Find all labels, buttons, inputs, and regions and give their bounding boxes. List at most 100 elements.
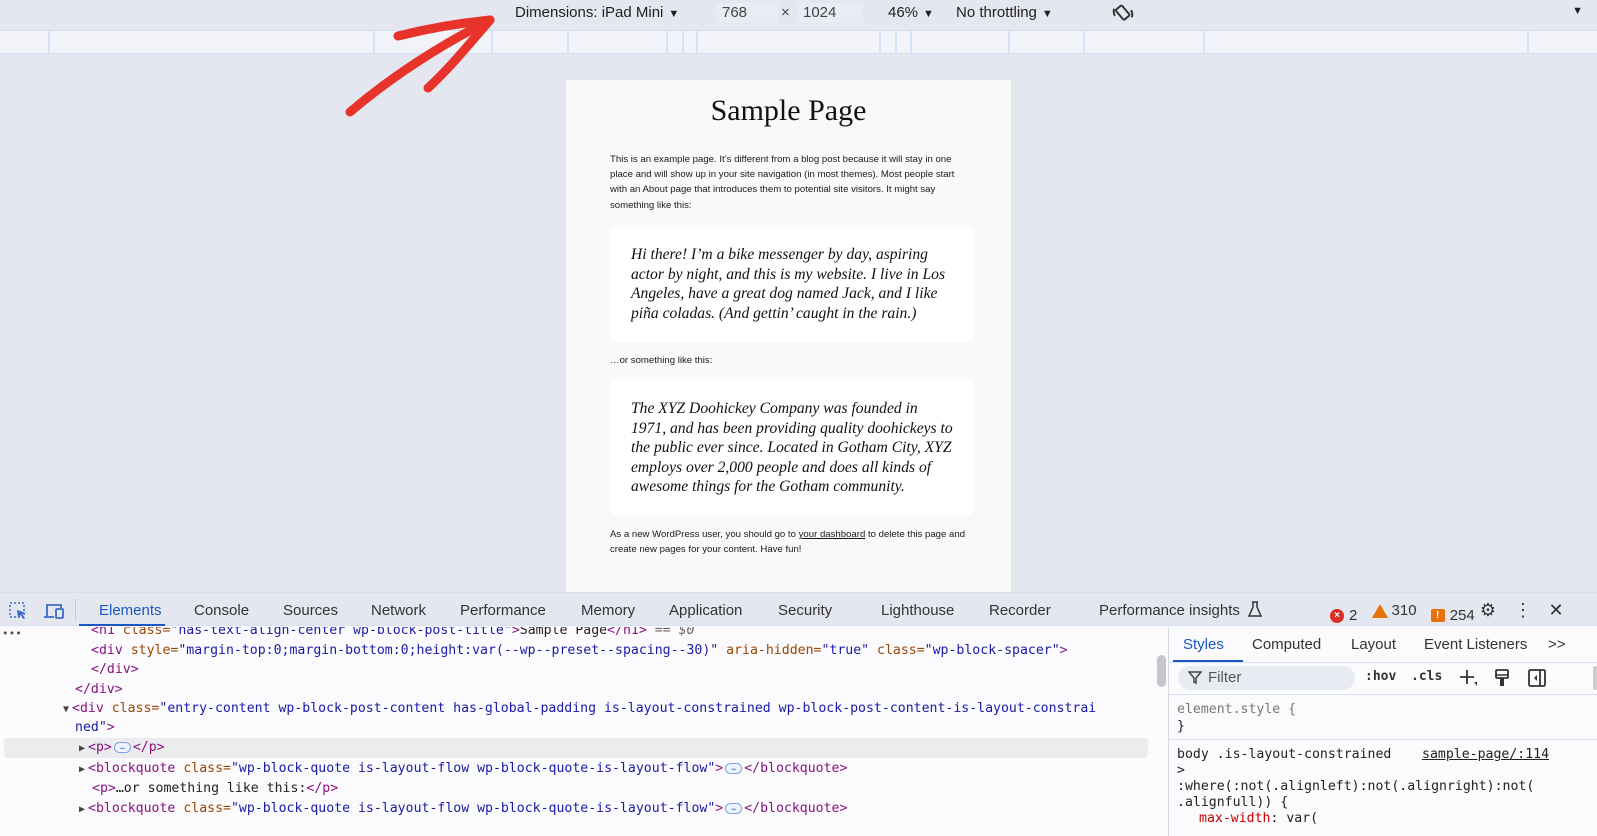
tab-application[interactable]: Application bbox=[669, 601, 742, 621]
property-name: max-width bbox=[1199, 811, 1271, 826]
dom-node-h1[interactable]: <h1 class="has-text-align-center wp-bloc… bbox=[91, 627, 694, 641]
collapse-triangle-icon[interactable]: ▼ bbox=[63, 704, 69, 715]
css-declaration[interactable]: max-width: var( bbox=[1199, 811, 1318, 827]
device-toolbar-toggle-icon[interactable] bbox=[43, 601, 65, 621]
attr-name: style= bbox=[122, 643, 179, 658]
dom-node-p[interactable]: ▶ <p>… </p> bbox=[79, 738, 165, 758]
hover-row-highlight bbox=[4, 738, 1148, 758]
tag: > bbox=[1059, 643, 1068, 658]
device-dimensions-dropdown[interactable]: Dimensions: iPad Mini ▼ bbox=[515, 3, 679, 23]
device-toolbar-menu-icon[interactable]: ▼ bbox=[1572, 5, 1583, 17]
expand-ellipsis-button[interactable]: … bbox=[725, 762, 743, 774]
property-value: : var( bbox=[1270, 811, 1319, 826]
settings-gear-icon[interactable]: ⚙ bbox=[1477, 599, 1499, 621]
media-query-ruler[interactable] bbox=[0, 30, 1597, 54]
expand-ellipsis-button[interactable]: … bbox=[725, 802, 743, 814]
rule-source-link[interactable]: sample-page/:114 bbox=[1422, 747, 1549, 762]
blockquote-1: Hi there! I’m a bike messenger by day, a… bbox=[610, 225, 974, 342]
styles-filter-input[interactable]: Filter bbox=[1178, 666, 1355, 690]
dom-node-close-div[interactable]: </div> bbox=[91, 660, 139, 680]
elements-scrollbar[interactable] bbox=[1157, 655, 1166, 687]
tag: <div bbox=[72, 701, 104, 716]
expand-ellipsis-button[interactable]: … bbox=[113, 741, 131, 753]
add-rule-icon[interactable] bbox=[1458, 668, 1478, 688]
attr-value: "has-text-align-center wp-block-post-tit… bbox=[170, 627, 512, 638]
filter-placeholder: Filter bbox=[1208, 669, 1242, 686]
active-sidebar-tab-indicator bbox=[1173, 660, 1243, 662]
ruler-tick bbox=[682, 31, 684, 53]
expand-triangle-icon[interactable]: ▶ bbox=[79, 764, 85, 775]
tag: <blockquote bbox=[88, 761, 176, 776]
elements-tree[interactable]: ••• <h1 class="has-text-align-center wp-… bbox=[0, 627, 1168, 836]
tag: <div bbox=[91, 643, 123, 658]
tab-elements[interactable]: Elements bbox=[99, 601, 162, 621]
dom-node-p-text[interactable]: <p>…or something like this:</p> bbox=[92, 779, 338, 799]
device-viewport: Sample Page This is an example page. It’… bbox=[0, 55, 1597, 600]
tab-sources[interactable]: Sources bbox=[283, 601, 338, 621]
tab-memory[interactable]: Memory bbox=[581, 601, 635, 621]
ruler-tick bbox=[696, 31, 698, 53]
tag: <p> bbox=[88, 740, 112, 755]
rule-selector-line: .alignfull)) { bbox=[1177, 795, 1289, 810]
rule-selector-line: :where(:not(.alignleft):not(.alignright)… bbox=[1177, 779, 1535, 794]
rotate-icon[interactable] bbox=[1110, 1, 1136, 25]
dom-node-close-div[interactable]: </div> bbox=[75, 680, 123, 700]
tab-lighthouse[interactable]: Lighthouse bbox=[881, 601, 954, 621]
device-toolbar: Dimensions: iPad Mini ▼ 768 × 1024 46% ▼ N… bbox=[0, 0, 1597, 26]
dom-node-entry-content[interactable]: ▼ <div class="entry-content wp-block-post… bbox=[63, 699, 1096, 719]
text-node: Sample Page bbox=[519, 627, 608, 638]
tab-recorder[interactable]: Recorder bbox=[989, 601, 1051, 621]
width-input[interactable]: 768 bbox=[716, 3, 778, 23]
error-count: 2 bbox=[1349, 607, 1358, 624]
class-toggle-button[interactable]: .cls bbox=[1411, 669, 1442, 684]
tag: > bbox=[715, 761, 724, 776]
issue-counters[interactable]: × 2 310 ! 254 bbox=[1330, 601, 1485, 624]
issues-counter[interactable]: ! 254 bbox=[1430, 606, 1475, 626]
ruler-tick bbox=[879, 31, 881, 53]
styles-scrollbar[interactable] bbox=[1593, 666, 1597, 690]
dashboard-link[interactable]: your dashboard bbox=[799, 529, 866, 540]
toggle-sidebar-icon[interactable] bbox=[1527, 668, 1547, 688]
toolbar-divider bbox=[75, 599, 76, 621]
throttling-dropdown[interactable]: No throttling ▼ bbox=[956, 3, 1053, 23]
hover-state-button[interactable]: :hov bbox=[1365, 669, 1396, 684]
tag: <h1 bbox=[91, 627, 115, 638]
chevron-down-icon: ▼ bbox=[668, 8, 680, 20]
element-style-rule[interactable]: element.style { bbox=[1177, 702, 1296, 718]
attr-name: class= bbox=[175, 801, 231, 816]
tab-layout[interactable]: Layout bbox=[1351, 635, 1396, 655]
tab-performance-insights[interactable]: Performance insights bbox=[1099, 601, 1263, 621]
tree-ellipsis-icon[interactable]: ••• bbox=[2, 627, 22, 640]
dom-node-blockquote[interactable]: ▶ <blockquote class="wp-block-quote is-la… bbox=[79, 759, 847, 779]
tab-event-listeners[interactable]: Event Listeners bbox=[1424, 635, 1527, 655]
more-tabs-icon[interactable]: >> bbox=[1548, 635, 1566, 655]
expand-triangle-icon[interactable]: ▶ bbox=[79, 743, 85, 754]
height-input[interactable]: 1024 bbox=[797, 3, 863, 23]
inspect-element-icon[interactable] bbox=[8, 601, 30, 621]
tag: </div> bbox=[75, 682, 123, 697]
warning-count: 310 bbox=[1391, 602, 1417, 619]
tab-network[interactable]: Network bbox=[371, 601, 426, 621]
tag: > bbox=[715, 801, 724, 816]
dom-node-blockquote[interactable]: ▶ <blockquote class="wp-block-quote is-la… bbox=[79, 799, 847, 819]
paint-brush-icon[interactable] bbox=[1492, 668, 1512, 688]
attr-value: "entry-content wp-block-post-content has… bbox=[159, 701, 1097, 716]
warning-counter[interactable]: 310 bbox=[1371, 601, 1417, 621]
close-devtools-icon[interactable]: ✕ bbox=[1545, 599, 1567, 621]
tab-computed[interactable]: Computed bbox=[1252, 635, 1321, 655]
ruler-tick bbox=[567, 31, 569, 53]
ruler-tick bbox=[1203, 31, 1205, 53]
tag: </div> bbox=[91, 662, 139, 677]
dom-node-div-spacer[interactable]: <div style="margin-top:0;margin-bottom:0… bbox=[91, 641, 1068, 661]
selected-marker: == $0 bbox=[646, 627, 695, 638]
zoom-dropdown[interactable]: 46% ▼ bbox=[888, 3, 934, 23]
tab-security[interactable]: Security bbox=[778, 601, 832, 621]
tag: </blockquote> bbox=[744, 801, 848, 816]
attr-value: "margin-top:0;margin-bottom:0;height:var… bbox=[178, 643, 719, 658]
tab-styles[interactable]: Styles bbox=[1183, 635, 1224, 655]
error-counter[interactable]: × 2 bbox=[1330, 606, 1357, 626]
tab-console[interactable]: Console bbox=[194, 601, 249, 621]
more-options-icon[interactable]: ⋮ bbox=[1512, 599, 1534, 621]
tab-performance[interactable]: Performance bbox=[460, 601, 546, 621]
expand-triangle-icon[interactable]: ▶ bbox=[79, 804, 85, 815]
